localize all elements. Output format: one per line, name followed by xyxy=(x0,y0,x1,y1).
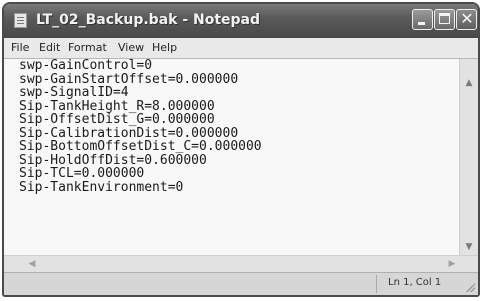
title-bar[interactable]: LT_02_Backup.bak - Notepad ✕ xyxy=(4,4,478,38)
close-button[interactable]: ✕ xyxy=(456,9,477,30)
text-line[interactable]: Sip-OffsetDist_G=0.000000 xyxy=(6,113,460,127)
text-line[interactable]: Sip-BottomOffsetDist_C=0.000000 xyxy=(6,140,460,154)
menu-help[interactable]: Help xyxy=(152,41,177,54)
maximize-button[interactable] xyxy=(434,9,455,30)
notepad-icon[interactable] xyxy=(14,13,27,28)
maximize-icon xyxy=(439,13,450,24)
scroll-left-icon[interactable]: ◀ xyxy=(26,258,38,270)
minimize-button[interactable] xyxy=(412,9,433,30)
text-line[interactable]: swp-SignalID=4 xyxy=(6,86,460,100)
menu-format[interactable]: Format xyxy=(68,41,107,54)
text-line[interactable]: swp-GainStartOffset=0.000000 xyxy=(6,72,460,87)
minimize-icon xyxy=(418,22,425,25)
text-line[interactable]: swp-GainControl=0 xyxy=(6,59,460,73)
horizontal-scrollbar[interactable]: ◀ ▶ xyxy=(4,255,478,273)
notepad-window: LT_02_Backup.bak - Notepad ✕ File Edit F… xyxy=(2,2,480,297)
vertical-scrollbar[interactable]: ▲ ▼ xyxy=(459,59,478,256)
scroll-right-icon[interactable]: ▶ xyxy=(446,258,458,270)
text-editor[interactable]: swp-GainControl=0 swp-GainStartOffset=0.… xyxy=(6,59,460,256)
resize-grip-icon[interactable] xyxy=(465,282,475,292)
scroll-up-icon[interactable]: ▲ xyxy=(463,77,475,89)
text-line[interactable]: Sip-TankHeight_R=8.000000 xyxy=(6,99,460,114)
scroll-down-icon[interactable]: ▼ xyxy=(463,241,475,253)
window-title: LT_02_Backup.bak - Notepad xyxy=(36,12,261,28)
text-line[interactable]: Sip-CalibrationDist=0.000000 xyxy=(6,126,460,141)
status-bar: Ln 1, Col 1 xyxy=(4,272,478,295)
editor-pane: swp-GainControl=0 swp-GainStartOffset=0.… xyxy=(4,59,478,273)
close-icon: ✕ xyxy=(460,9,474,28)
status-divider xyxy=(376,275,377,293)
text-line[interactable]: Sip-TCL=0.000000 xyxy=(6,167,460,181)
menu-view[interactable]: View xyxy=(118,41,144,54)
menu-file[interactable]: File xyxy=(11,41,29,54)
text-line[interactable]: Sip-TankEnvironment=0 xyxy=(6,180,460,195)
menu-edit[interactable]: Edit xyxy=(39,41,60,54)
text-line[interactable]: Sip-HoldOffDist=0.600000 xyxy=(6,153,460,168)
cursor-position: Ln 1, Col 1 xyxy=(388,277,442,288)
menu-bar: File Edit Format View Help xyxy=(4,38,478,59)
